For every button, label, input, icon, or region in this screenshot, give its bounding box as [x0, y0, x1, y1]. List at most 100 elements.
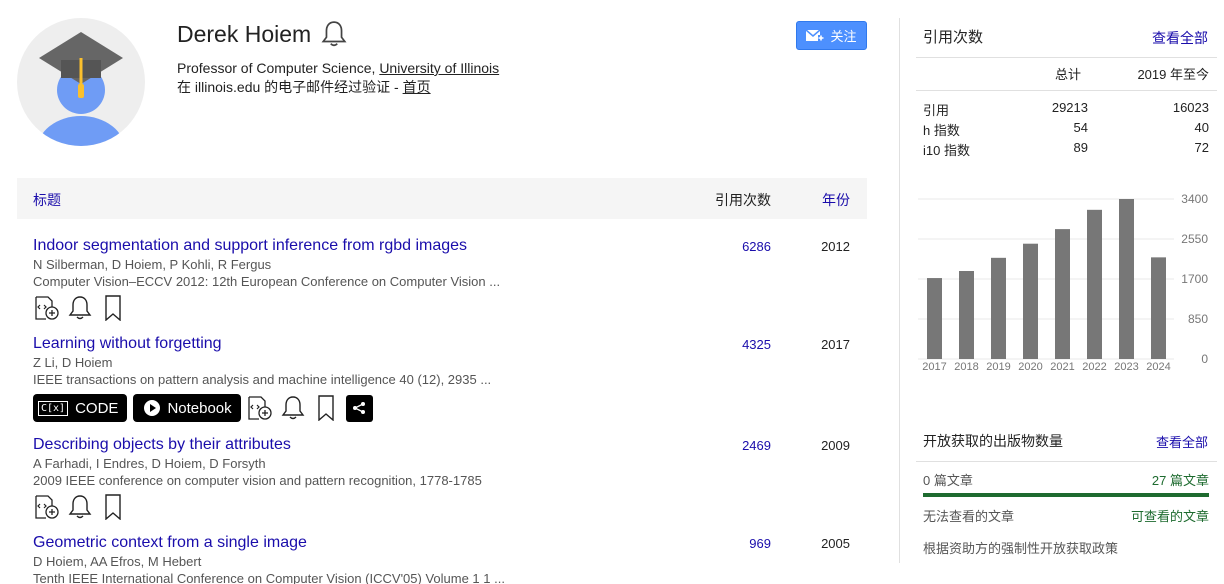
chart-bar[interactable]: [991, 257, 1006, 359]
add-to-library-icon[interactable]: [247, 395, 274, 422]
alert-bell-icon[interactable]: [66, 295, 93, 322]
article-venue: 2009 IEEE conference on computer vision …: [33, 473, 482, 488]
unavailable-count: 0 篇文章: [923, 473, 973, 488]
avatar: [17, 18, 145, 146]
bookmark-icon[interactable]: [313, 395, 340, 422]
chart-y-tick-label: 2550: [1181, 232, 1208, 246]
profile-name-row: Derek Hoiem: [177, 20, 347, 48]
article-row: Indoor segmentation and support inferenc…: [33, 236, 867, 322]
bookmark-icon[interactable]: [99, 295, 126, 322]
citations-bar-chart: 3400 2550 1700 850 0 2017 2018 2019 2020 2021 2022…: [918, 192, 1208, 373]
homepage-link[interactable]: 首页: [403, 79, 431, 95]
affiliation-org-link[interactable]: University of Illinois: [379, 60, 499, 76]
article-authors: N Silberman, D Hoiem, P Kohli, R Fergus: [33, 257, 272, 272]
chart-y-tick-label: 0: [1201, 352, 1208, 366]
article-cite-count[interactable]: 969: [749, 534, 771, 554]
affiliation-title: Professor of Computer Science,: [177, 60, 380, 76]
sort-by-citations[interactable]: 引用次数: [715, 190, 771, 210]
chart-x-tick-label: 2017: [922, 361, 946, 373]
article-title-link[interactable]: Geometric context from a single image: [33, 533, 867, 553]
stats-label[interactable]: 引用: [923, 100, 949, 119]
available-count: 27 篇文章: [1151, 473, 1209, 488]
article-authors: Z Li, D Hoiem: [33, 355, 113, 370]
article-venue: IEEE transactions on pattern analysis an…: [33, 372, 492, 387]
article-row: Learning without forgetting Z Li, D Hoie…: [33, 334, 867, 422]
bookmark-icon[interactable]: [99, 494, 126, 521]
article-row: Describing objects by their attributes A…: [33, 435, 867, 521]
divider: [916, 90, 1217, 91]
article-year: 2009: [821, 438, 850, 453]
stats-row: 引用 29213 16023: [923, 100, 1209, 120]
open-access-view-all-link[interactable]: 查看全部: [1156, 432, 1208, 451]
follow-button[interactable]: 关注: [796, 21, 867, 50]
envelope-plus-icon: [806, 28, 825, 41]
chart-bar[interactable]: [1055, 229, 1070, 359]
chart-y-tick-label: 850: [1188, 312, 1208, 326]
email-verified-text: 在 illinois.edu 的电子邮件经过验证 -: [177, 79, 403, 95]
chart-x-tick-label: 2023: [1114, 361, 1138, 373]
alert-bell-icon[interactable]: [66, 494, 93, 521]
graduate-avatar-icon: [37, 32, 125, 146]
alert-bell-icon[interactable]: [280, 395, 307, 422]
share-icon: [353, 402, 366, 414]
stats-label[interactable]: i10 指数: [923, 140, 970, 159]
stats-total: 29213: [1051, 100, 1088, 115]
notebook-label: Notebook: [167, 399, 232, 417]
chart-bar[interactable]: [927, 278, 942, 359]
articles-table-header: 标题 引用次数 年份: [17, 178, 867, 219]
stats-total: 54: [1073, 120, 1088, 135]
article-cite-count[interactable]: 6286: [742, 237, 771, 257]
chart-x-tick-label: 2022: [1082, 361, 1106, 373]
citations-title: 引用次数: [923, 29, 984, 46]
stats-row: i10 指数 89 72: [923, 140, 1209, 160]
chart-x-tick-label: 2018: [954, 361, 978, 373]
affiliation: Professor of Computer Science, Universit…: [177, 59, 499, 97]
stats-col-total: 总计: [1054, 67, 1081, 82]
stats-col-since: 2019 年至今: [1137, 67, 1209, 82]
article-venue: Computer Vision–ECCV 2012: 12th European…: [33, 274, 501, 289]
sort-by-year[interactable]: 年份: [822, 190, 850, 210]
article-year: 2012: [821, 239, 850, 254]
follow-label: 关注: [830, 29, 857, 44]
article-cite-count[interactable]: 2469: [742, 436, 771, 456]
citations-view-all-link[interactable]: 查看全部: [1152, 28, 1208, 48]
article-authors: A Farhadi, I Endres, D Hoiem, D Forsyth: [33, 456, 266, 471]
stats-row: h 指数 54 40: [923, 120, 1209, 140]
article-tools: C[x] CODE Notebook: [33, 394, 867, 422]
chart-bar[interactable]: [1119, 199, 1134, 359]
stats-since: 16023: [1172, 100, 1209, 115]
code-label: CODE: [75, 399, 119, 417]
add-to-library-icon[interactable]: [33, 494, 60, 521]
notebook-badge-button[interactable]: Notebook: [133, 394, 241, 422]
sort-by-title[interactable]: 标题: [33, 190, 61, 210]
article-tools: [33, 294, 867, 322]
chart-x-tick-label: 2019: [986, 361, 1010, 373]
play-icon: [144, 400, 161, 416]
chart-bar[interactable]: [1151, 257, 1166, 359]
divider: [916, 57, 1217, 58]
chart-y-tick-label: 3400: [1181, 192, 1208, 206]
article-cite-count[interactable]: 4325: [742, 335, 771, 355]
stats-since: 40: [1194, 120, 1209, 135]
chart-y-tick-label: 1700: [1181, 272, 1208, 286]
column-divider: [899, 18, 900, 563]
stats-total: 89: [1073, 140, 1088, 155]
bell-icon[interactable]: [321, 20, 347, 48]
article-year: 2005: [821, 536, 850, 551]
chart-x-tick-label: 2024: [1146, 361, 1170, 373]
open-access-progress-bar: [923, 493, 1209, 497]
open-access-policy-note: 根据资助方的强制性开放获取政策: [923, 541, 1119, 556]
stats-label[interactable]: h 指数: [923, 120, 960, 139]
chart-bar[interactable]: [959, 271, 974, 359]
profile-name: Derek Hoiem: [177, 20, 312, 47]
unavailable-label: 无法查看的文章: [923, 509, 1015, 524]
article-year: 2017: [821, 337, 850, 352]
chart-bar[interactable]: [1087, 209, 1102, 359]
code-badge-button[interactable]: C[x] CODE: [33, 394, 128, 422]
chart-bar[interactable]: [1023, 243, 1038, 359]
share-button[interactable]: [345, 394, 373, 422]
add-to-library-icon[interactable]: [33, 295, 60, 322]
article-venue: Tenth IEEE International Conference on C…: [33, 571, 505, 584]
open-access-title: 开放获取的出版物数量: [923, 433, 1063, 449]
stats-since: 72: [1194, 140, 1209, 155]
